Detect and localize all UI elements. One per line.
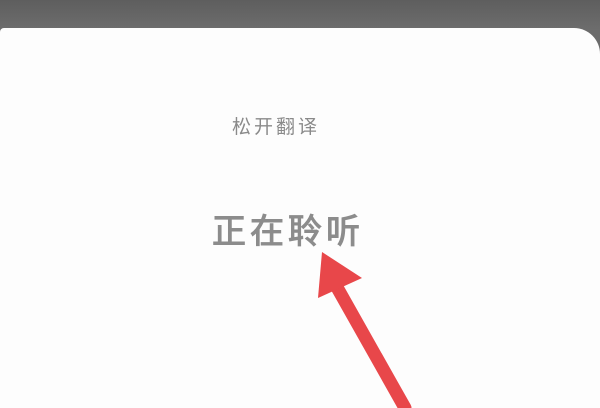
top-dim-bar [0, 0, 600, 30]
release-to-translate-hint: 松开翻译 [232, 116, 321, 138]
listening-status-text: 正在聆听 [212, 212, 364, 252]
voice-translate-sheet: 松开翻译 正在聆听 [0, 28, 600, 408]
